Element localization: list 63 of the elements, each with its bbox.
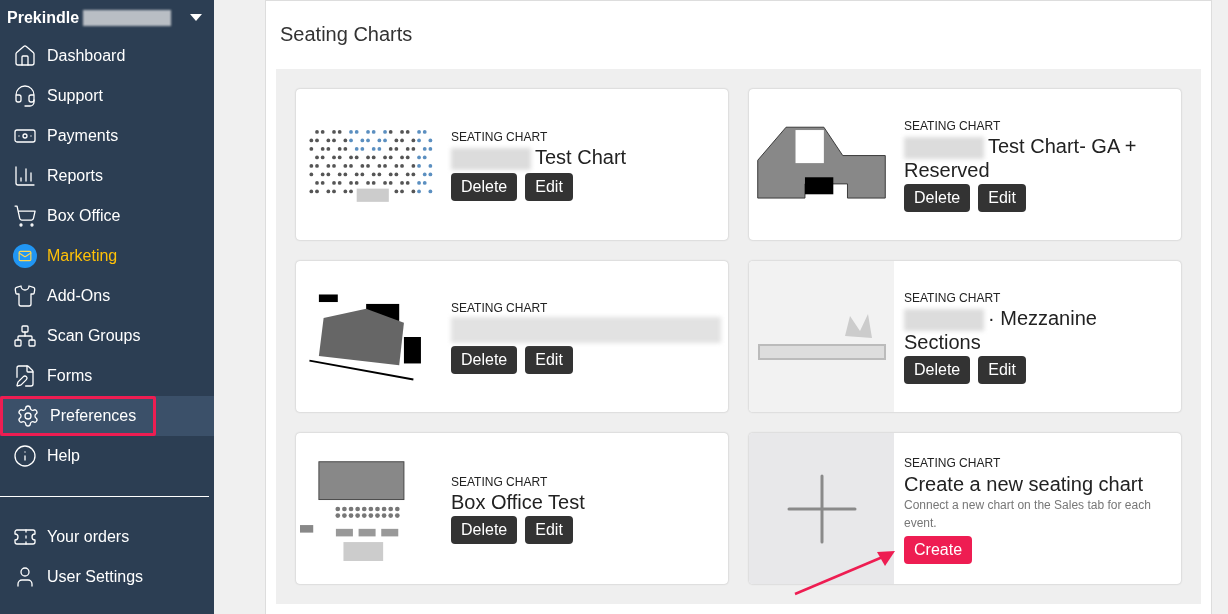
panel-title: Seating Charts [279,22,414,47]
network-icon [13,324,37,348]
sidebar-item[interactable]: Box Office [0,196,214,236]
sidebar-label: Payments [47,126,119,146]
delete-button[interactable]: Delete [451,346,518,374]
sidebar-item[interactable]: Reports [0,156,214,196]
envelope-icon [13,244,37,268]
sidebar-label: Scan Groups [47,326,141,346]
edit-button[interactable]: Edit [978,355,1026,384]
delete-button[interactable]: Delete [904,355,971,384]
plus-icon [786,473,857,544]
sidebar-item[interactable]: Payments [0,116,214,156]
info-icon [13,444,37,468]
cart-icon [13,204,37,228]
card-label: SEATING CHART [451,129,549,147]
card-label: SEATING CHART [451,300,549,317]
form-icon [13,364,37,388]
card-label: SEATING CHART [904,290,1002,308]
headset-icon [13,84,37,108]
sidebar-label: Dashboard [47,46,126,66]
edit-button[interactable]: Edit [978,183,1026,212]
sidebar-label: Your orders [47,527,130,547]
sidebar-item[interactable]: Scan Groups [0,316,214,356]
sidebar-label: Marketing [47,246,118,266]
delete-button[interactable]: Delete [451,172,518,201]
sidebar-label: Support [47,86,104,106]
sidebar-item[interactable]: Help [0,436,214,476]
shirt-icon [13,284,37,308]
sidebar-item[interactable]: Marketing [0,236,214,276]
edit-button[interactable]: Edit [525,172,573,201]
sidebar-item[interactable]: Support [0,76,214,116]
sidebar-item[interactable]: Preferences [0,396,214,436]
sidebar-label: Box Office [47,206,121,226]
settings-icon [16,404,40,428]
sidebar-label: User Settings [47,567,144,587]
sidebar-item[interactable]: Your orders [0,517,214,557]
chart-title: Box Office Test [451,491,586,513]
chart-title: Test Chart- GA + Reserved [904,135,1138,181]
chart-title: Create a new seating chart [904,471,1145,496]
caret-icon[interactable] [190,14,202,22]
home-icon [13,44,37,68]
sidebar-item[interactable]: User Settings [0,557,214,597]
delete-button[interactable]: Delete [451,516,518,544]
sidebar-label: Reports [47,166,104,186]
card-label: SEATING CHART [904,454,1002,472]
account-name[interactable]: Prekindle [7,6,80,30]
sidebar-item[interactable]: Dashboard [0,36,214,76]
edit-button[interactable]: Edit [525,346,573,374]
description: Connect a new chart on the Sales tab for each event. [904,496,1152,532]
card-label: SEATING CHART [904,118,1002,136]
sidebar-label: Preferences [50,406,137,426]
bar-chart-icon [13,164,37,188]
create-button[interactable]: Create [904,535,973,564]
sidebar-label: Forms [47,366,93,386]
delete-button[interactable]: Delete [904,183,971,212]
chart-title: · Mezzanine Sections [904,307,1098,353]
sidebar-item[interactable]: Forms [0,356,214,396]
card-label: SEATING CHART [451,474,549,491]
sidebar-label: Add-Ons [47,286,111,306]
sidebar-item[interactable]: Add-Ons [0,276,214,316]
edit-button[interactable]: Edit [525,516,573,544]
chart-title: Test Chart [451,146,716,170]
sidebar-label: Help [47,446,80,466]
